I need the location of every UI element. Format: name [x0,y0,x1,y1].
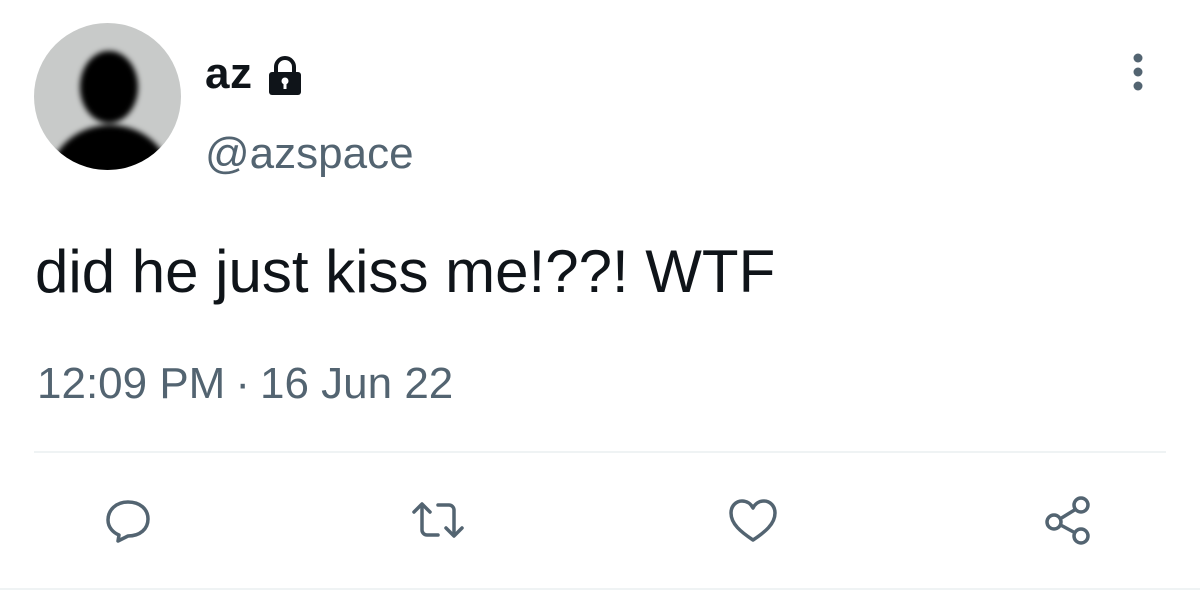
reply-icon [106,500,150,543]
like-button[interactable] [723,490,783,550]
share-button[interactable] [1038,490,1098,550]
retweet-button[interactable] [408,490,468,550]
tweet-date: 16 Jun 22 [260,359,454,408]
default-avatar-icon [49,51,171,170]
retweet-icon [412,502,464,538]
author-name-row: az [205,46,306,102]
meta-separator: · [235,359,250,408]
tweet-card: az @azspace did he just kiss me!??! WTF … [0,0,1200,606]
bottom-divider [0,588,1200,590]
avatar[interactable] [34,23,181,170]
author-display-name[interactable]: az [205,46,252,102]
heart-icon [729,499,777,542]
divider [34,451,1166,453]
share-icon [1045,496,1090,545]
action-bar [0,490,1200,550]
lock-icon [264,54,306,96]
tweet-time: 12:09 PM [37,359,226,408]
tweet-timestamp[interactable]: 12:09 PM · 16 Jun 22 [37,356,453,412]
tweet-text: did he just kiss me!??! WTF [35,238,776,305]
author-handle[interactable]: @azspace [205,126,414,182]
more-options-icon[interactable] [1124,52,1152,92]
reply-button[interactable] [98,490,158,550]
